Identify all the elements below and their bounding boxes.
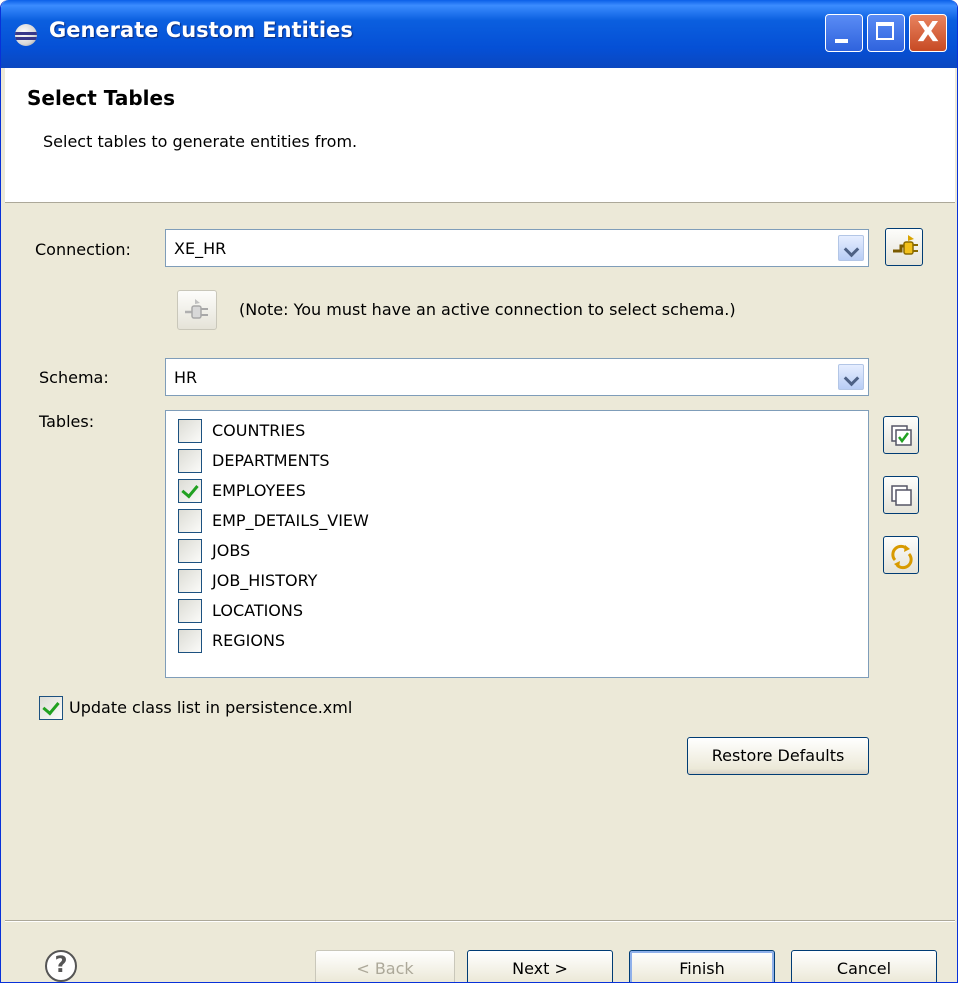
title-bar[interactable]: Generate Custom Entities X xyxy=(1,0,957,68)
table-checkbox[interactable] xyxy=(178,479,202,503)
page-description: Select tables to generate entities from. xyxy=(43,132,358,151)
cancel-button[interactable]: Cancel xyxy=(791,950,937,982)
page-title: Select Tables xyxy=(27,86,175,110)
next-button[interactable]: Next > xyxy=(467,950,613,982)
table-name: EMPLOYEES xyxy=(212,481,306,500)
update-class-list-label: Update class list in persistence.xml xyxy=(69,698,353,717)
schema-value: HR xyxy=(174,368,198,387)
deselect-all-button[interactable] xyxy=(883,476,919,514)
window-title: Generate Custom Entities xyxy=(49,18,353,42)
chevron-down-icon[interactable] xyxy=(838,235,864,261)
footer-divider xyxy=(5,920,955,922)
close-icon: X xyxy=(917,15,939,48)
finish-button[interactable]: Finish xyxy=(629,950,775,982)
tables-label: Tables: xyxy=(39,412,95,431)
help-icon[interactable]: ? xyxy=(45,950,77,982)
schema-combo[interactable]: HR xyxy=(165,358,869,396)
deselect-all-icon xyxy=(891,485,912,506)
maximize-button[interactable] xyxy=(867,14,905,52)
connection-label: Connection: xyxy=(35,240,131,259)
add-connection-button[interactable] xyxy=(885,228,923,266)
table-checkbox[interactable] xyxy=(178,599,202,623)
reconnect-button[interactable] xyxy=(177,290,217,330)
back-button[interactable]: < Back xyxy=(315,950,455,982)
wizard-header: Select Tables Select tables to generate … xyxy=(5,68,955,203)
table-checkbox[interactable] xyxy=(178,509,202,533)
eclipse-icon xyxy=(15,24,37,46)
table-name: COUNTRIES xyxy=(212,421,306,440)
refresh-tables-button[interactable] xyxy=(883,536,919,574)
plug-disabled-icon xyxy=(185,299,208,319)
dialog-window: Generate Custom Entities X Select Tables… xyxy=(0,0,958,983)
table-checkbox[interactable] xyxy=(178,449,202,473)
refresh-icon xyxy=(891,544,913,570)
schema-label: Schema: xyxy=(39,368,109,387)
table-name: REGIONS xyxy=(212,631,286,650)
maximize-icon xyxy=(876,22,894,40)
select-all-icon xyxy=(891,425,912,446)
connection-value: XE_HR xyxy=(174,239,227,258)
table-name: JOB_HISTORY xyxy=(212,571,318,590)
plug-connect-icon xyxy=(893,235,918,255)
table-checkbox[interactable] xyxy=(178,419,202,443)
close-button[interactable]: X xyxy=(909,14,947,52)
connection-combo[interactable]: XE_HR xyxy=(165,229,869,267)
update-class-list-checkbox[interactable] xyxy=(39,696,63,720)
table-name: LOCATIONS xyxy=(212,601,304,620)
table-name: DEPARTMENTS xyxy=(212,451,330,470)
table-checkbox[interactable] xyxy=(178,569,202,593)
table-name: EMP_DETAILS_VIEW xyxy=(212,511,369,530)
minimize-button[interactable] xyxy=(825,14,863,52)
connection-note: (Note: You must have an active connectio… xyxy=(239,300,736,319)
tables-list[interactable]: COUNTRIES DEPARTMENTS EMPLOYEES EMP_DETA… xyxy=(165,410,869,678)
chevron-down-icon[interactable] xyxy=(838,364,864,390)
table-checkbox[interactable] xyxy=(178,539,202,563)
restore-defaults-button[interactable]: Restore Defaults xyxy=(687,737,869,775)
table-checkbox[interactable] xyxy=(178,629,202,653)
select-all-button[interactable] xyxy=(883,416,919,454)
table-name: JOBS xyxy=(212,541,251,560)
minimize-icon xyxy=(835,39,848,43)
